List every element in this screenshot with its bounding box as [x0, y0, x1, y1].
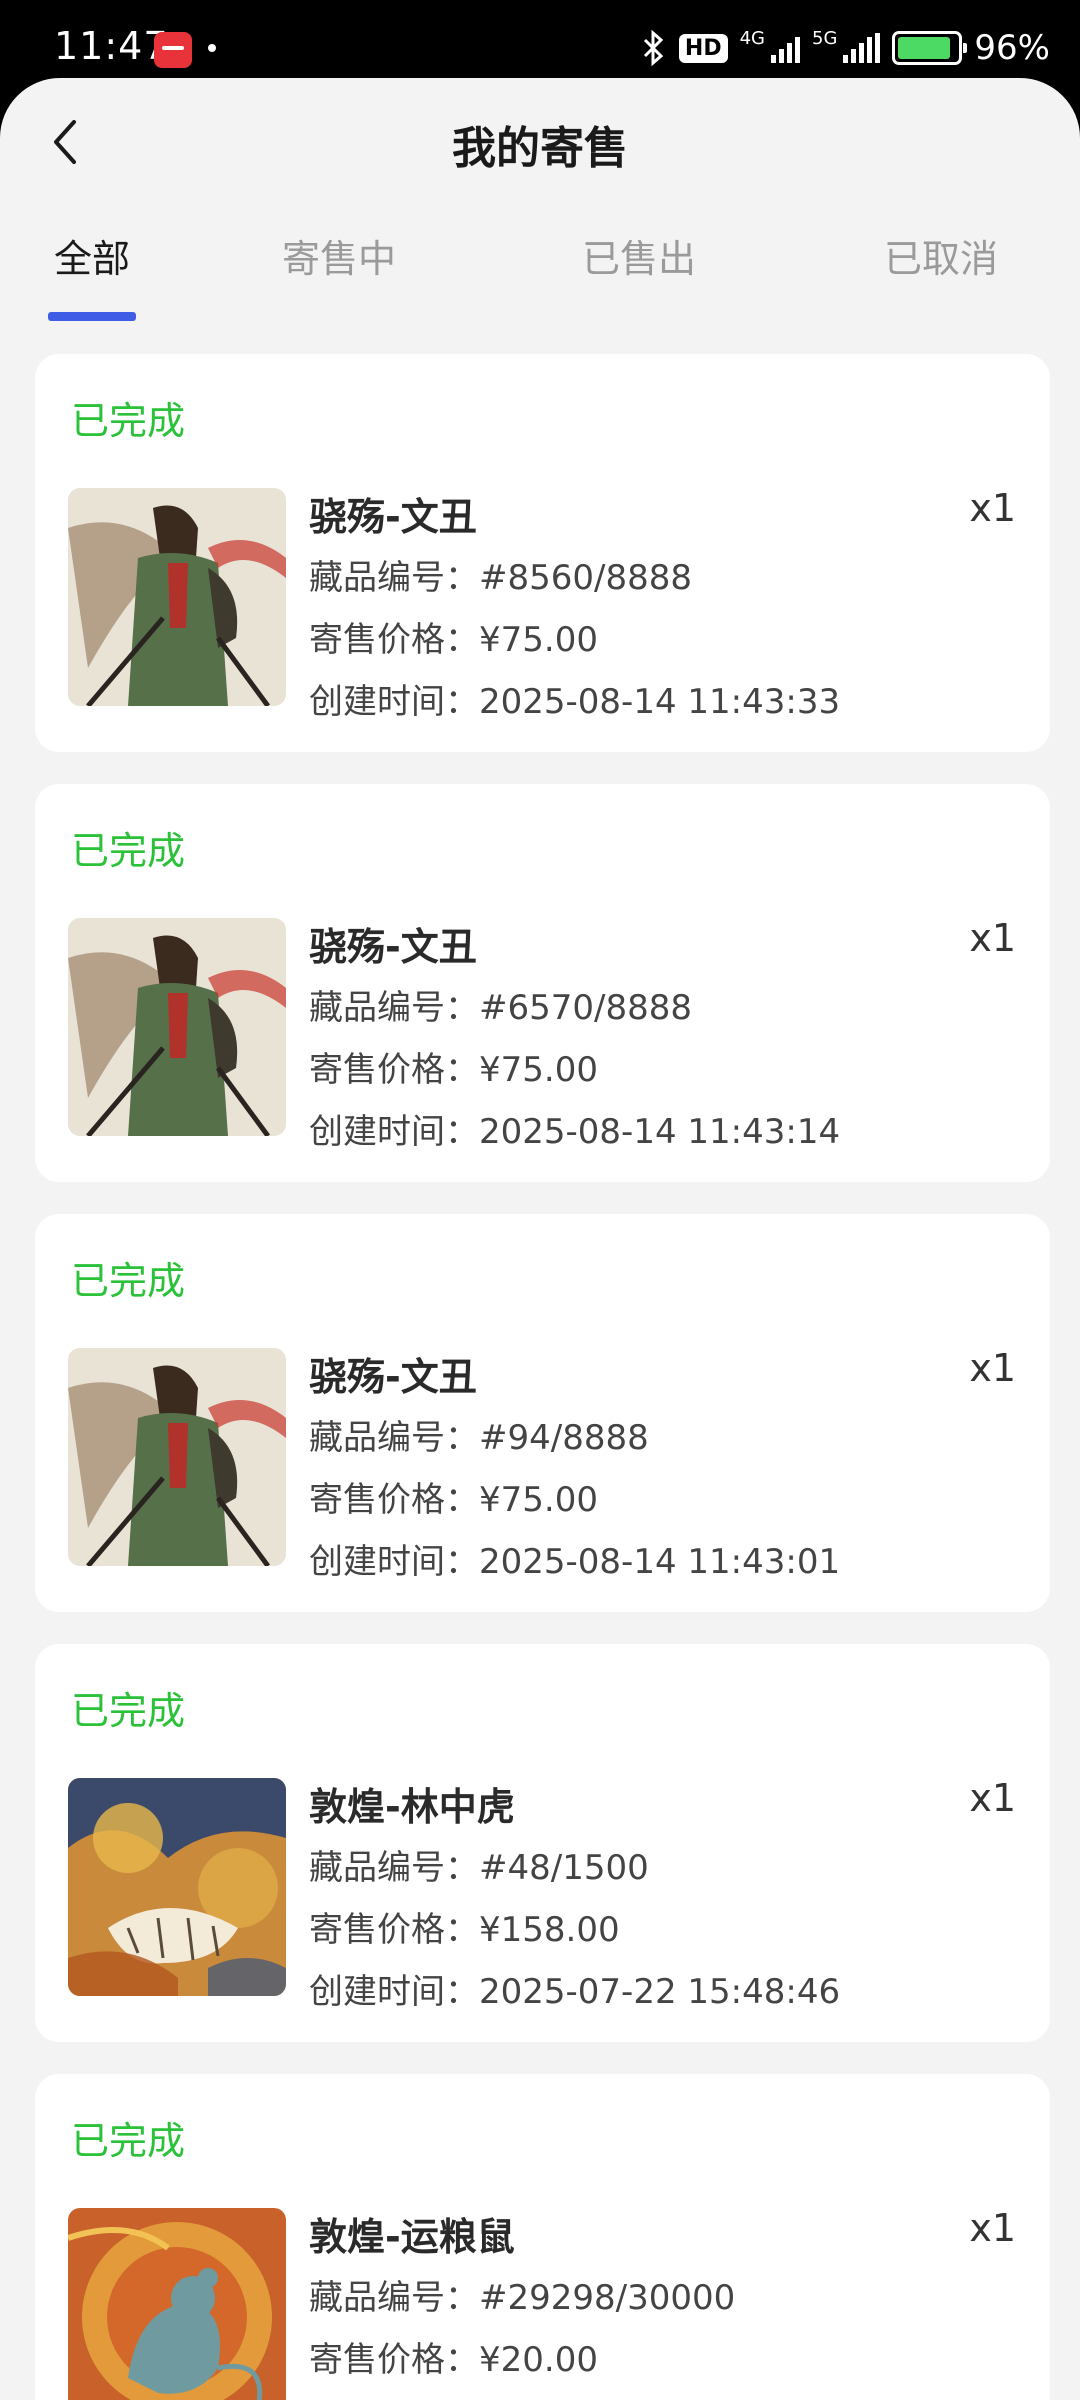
status-label: 已完成	[71, 829, 186, 873]
serial-value: #6570/8888	[479, 988, 692, 1028]
created-label: 创建时间：	[309, 1972, 479, 2012]
page-header: 我的寄售	[0, 78, 1080, 208]
rat-artwork-thumbnail	[68, 2208, 286, 2400]
signal-4g-icon	[771, 33, 801, 63]
created-value: 2025-08-14 11:43:14	[479, 1112, 841, 1152]
created-label: 创建时间：	[309, 1542, 479, 1582]
item-quantity: x1	[969, 486, 1016, 530]
consignment-card[interactable]: 已完成 骁殇-文丑 x1 藏品编号：#94/8888 寄售价格：¥75.00 创…	[35, 1214, 1050, 1612]
price-label: 寄售价格：	[309, 1050, 479, 1090]
notification-app-icon	[154, 32, 192, 68]
serial-value: #94/8888	[479, 1418, 649, 1458]
item-quantity: x1	[969, 916, 1016, 960]
serial-label: 藏品编号：	[309, 1848, 479, 1888]
serial-row: 藏品编号：#29298/30000	[309, 2270, 735, 2319]
serial-label: 藏品编号：	[309, 558, 479, 598]
created-row: 创建时间：2025-07-22 15:48:46	[309, 1964, 840, 2013]
item-name: 敦煌-林中虎	[309, 1785, 515, 1829]
item-name: 骁殇-文丑	[309, 925, 477, 969]
serial-row: 藏品编号：#6570/8888	[309, 980, 692, 1029]
created-value: 2025-07-22 15:48:46	[479, 1972, 841, 2012]
price-row: 寄售价格：¥20.00	[309, 2332, 598, 2381]
tab-bar: 全部 寄售中 已售出 已取消	[0, 228, 1080, 328]
status-label: 已完成	[71, 2119, 186, 2163]
status-time: 11:47	[54, 24, 169, 68]
price-label: 寄售价格：	[309, 1910, 479, 1950]
tab-sold[interactable]: 已售出	[582, 228, 696, 283]
consignment-card[interactable]: 已完成 敦煌-林中虎 x1 藏品编号：#48/1500 寄售价格：¥158.00…	[35, 1644, 1050, 2042]
warrior-artwork-thumbnail	[68, 488, 286, 706]
warrior-artwork-thumbnail	[68, 1348, 286, 1566]
bluetooth-icon	[643, 30, 664, 66]
price-row: 寄售价格：¥158.00	[309, 1902, 620, 1951]
item-name: 骁殇-文丑	[309, 495, 477, 539]
hd-voice-icon: HD	[678, 33, 728, 63]
serial-label: 藏品编号：	[309, 2278, 479, 2318]
notification-dot-icon	[208, 44, 216, 52]
serial-value: #48/1500	[479, 1848, 649, 1888]
item-quantity: x1	[969, 2206, 1016, 2250]
status-label: 已完成	[71, 399, 186, 443]
serial-row: 藏品编号：#8560/8888	[309, 550, 692, 599]
active-tab-indicator	[48, 312, 136, 321]
price-row: 寄售价格：¥75.00	[309, 1042, 598, 1091]
tab-cancelled[interactable]: 已取消	[884, 228, 998, 283]
consignment-card[interactable]: 已完成 骁殇-文丑 x1 藏品编号：#6570/8888 寄售价格：¥75.00…	[35, 784, 1050, 1182]
signal-5g-icon	[843, 33, 881, 63]
created-label: 创建时间：	[309, 682, 479, 722]
item-name: 敦煌-运粮鼠	[309, 2215, 515, 2259]
created-value: 2025-08-14 11:43:01	[479, 1542, 841, 1582]
network-4g-label: 4G	[739, 28, 766, 49]
serial-row: 藏品编号：#94/8888	[309, 1410, 649, 1459]
item-name: 骁殇-文丑	[309, 1355, 477, 1399]
created-label: 创建时间：	[309, 1112, 479, 1152]
tab-on-sale[interactable]: 寄售中	[282, 228, 396, 283]
status-indicators: HD 4G 5G 96%	[639, 26, 1050, 70]
price-value: ¥158.00	[479, 1910, 620, 1950]
created-row: 创建时间：2025-08-14 11:43:01	[309, 1534, 840, 1583]
created-value: 2025-08-14 11:43:33	[479, 682, 841, 722]
item-quantity: x1	[969, 1346, 1016, 1390]
price-value: ¥20.00	[479, 2340, 598, 2380]
price-row: 寄售价格：¥75.00	[309, 612, 598, 661]
consignment-card[interactable]: 已完成 敦煌-运粮鼠 x1 藏品编号：#29298/30000 寄售价格：¥20…	[35, 2074, 1050, 2400]
price-row: 寄售价格：¥75.00	[309, 1472, 598, 1521]
item-quantity: x1	[969, 1776, 1016, 1820]
battery-icon	[892, 31, 968, 65]
created-row: 创建时间：2025-08-14 11:43:33	[309, 674, 840, 723]
network-5g-label: 5G	[812, 28, 838, 49]
price-value: ¥75.00	[479, 620, 598, 660]
serial-value: #29298/30000	[479, 2278, 736, 2318]
battery-percent: 96%	[974, 28, 1050, 68]
status-label: 已完成	[71, 1259, 186, 1303]
warrior-artwork-thumbnail	[68, 918, 286, 1136]
price-label: 寄售价格：	[309, 2340, 479, 2380]
serial-label: 藏品编号：	[309, 1418, 479, 1458]
page-title: 我的寄售	[452, 123, 628, 174]
price-value: ¥75.00	[479, 1050, 598, 1090]
tab-all[interactable]: 全部	[54, 228, 130, 283]
created-row: 创建时间：2025-08-14 11:43:14	[309, 1104, 840, 1153]
serial-value: #8560/8888	[479, 558, 692, 598]
consignment-card[interactable]: 已完成 骁殇-文丑 x1 藏品编号：#8560/8888 寄售价格：¥75.00…	[35, 354, 1050, 752]
price-value: ¥75.00	[479, 1480, 598, 1520]
tiger-artwork-thumbnail	[68, 1778, 286, 1996]
serial-label: 藏品编号：	[309, 988, 479, 1028]
price-label: 寄售价格：	[309, 620, 479, 660]
status-label: 已完成	[71, 1689, 186, 1733]
price-label: 寄售价格：	[309, 1480, 479, 1520]
app-screen: 我的寄售 全部 寄售中 已售出 已取消 已完成 骁殇-文丑 x1 藏品编号：#8…	[0, 78, 1080, 2400]
serial-row: 藏品编号：#48/1500	[309, 1840, 649, 1889]
